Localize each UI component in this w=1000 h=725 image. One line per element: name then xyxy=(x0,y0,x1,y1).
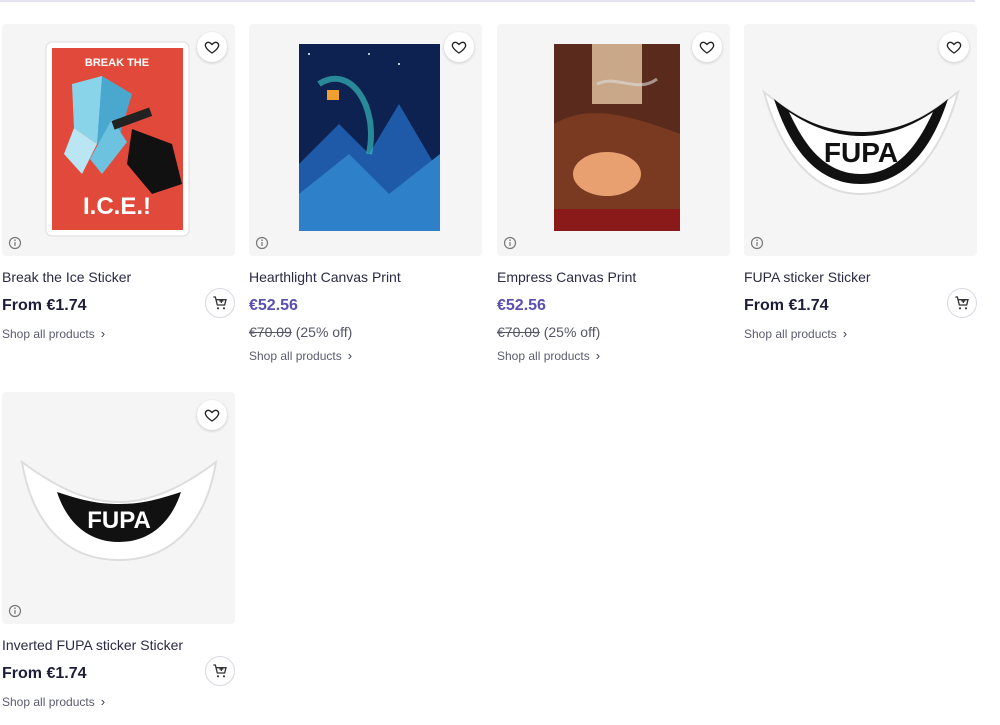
chevron-right-icon: › xyxy=(842,326,848,341)
svg-text:I.C.E.!: I.C.E.! xyxy=(83,193,151,220)
product-title[interactable]: FUPA sticker Sticker xyxy=(744,268,977,286)
product-price: From €1.74 xyxy=(2,665,87,682)
chevron-right-icon: › xyxy=(100,326,106,341)
info-icon[interactable] xyxy=(503,236,517,250)
product-price: €52.56 xyxy=(249,297,298,314)
shop-all-products-link[interactable]: Shop all products › xyxy=(744,326,847,341)
top-divider xyxy=(0,0,975,2)
product-title[interactable]: Break the Ice Sticker xyxy=(2,268,235,286)
chevron-right-icon: › xyxy=(347,348,353,363)
product-card[interactable]: FUPA Inverted FUPA sticker Sticker From … xyxy=(2,392,235,711)
chevron-right-icon: › xyxy=(100,694,106,709)
product-card[interactable]: Hearthlight Canvas Print €52.56 €70.09 (… xyxy=(249,24,482,365)
svg-text:FUPA: FUPA xyxy=(87,507,151,534)
product-image[interactable]: FUPA xyxy=(2,392,235,624)
heart-icon xyxy=(699,41,715,54)
favorite-button[interactable] xyxy=(692,32,722,62)
cart-icon xyxy=(955,296,969,310)
favorite-button[interactable] xyxy=(939,32,969,62)
shop-all-products-link[interactable]: Shop all products › xyxy=(2,326,105,341)
favorite-button[interactable] xyxy=(197,32,227,62)
product-price: From €1.74 xyxy=(2,297,87,314)
product-price: From €1.74 xyxy=(744,297,829,314)
product-card[interactable]: BREAK THE I.C.E.! Break the Ice Sticker … xyxy=(2,24,235,343)
product-image[interactable]: BREAK THE I.C.E.! xyxy=(2,24,235,256)
product-image[interactable] xyxy=(497,24,730,256)
heart-icon xyxy=(946,41,962,54)
chevron-right-icon: › xyxy=(595,348,601,363)
info-icon[interactable] xyxy=(750,236,764,250)
heart-icon xyxy=(204,409,220,422)
empress-artwork xyxy=(554,44,680,231)
cart-icon xyxy=(213,664,227,678)
hearthlight-artwork xyxy=(299,44,440,231)
heart-icon xyxy=(451,41,467,54)
product-image[interactable]: FUPA xyxy=(744,24,977,256)
svg-text:BREAK THE: BREAK THE xyxy=(85,57,149,69)
original-price: €70.09 (25% off) xyxy=(249,324,353,340)
product-title[interactable]: Empress Canvas Print xyxy=(497,268,730,286)
product-title[interactable]: Hearthlight Canvas Print xyxy=(249,268,482,286)
info-icon[interactable] xyxy=(255,236,269,250)
fupa-sticker-artwork: FUPA xyxy=(762,89,960,196)
favorite-button[interactable] xyxy=(197,400,227,430)
product-card[interactable]: Empress Canvas Print €52.56 €70.09 (25% … xyxy=(497,24,730,365)
product-price: €52.56 xyxy=(497,297,546,314)
product-title[interactable]: Inverted FUPA sticker Sticker xyxy=(2,636,235,654)
cart-icon xyxy=(213,296,227,310)
svg-text:FUPA: FUPA xyxy=(824,137,898,168)
heart-icon xyxy=(204,41,220,54)
shop-all-products-link[interactable]: Shop all products › xyxy=(249,348,352,363)
product-image[interactable] xyxy=(249,24,482,256)
shop-all-products-link[interactable]: Shop all products › xyxy=(497,348,600,363)
add-to-cart-button[interactable] xyxy=(205,656,235,686)
info-icon[interactable] xyxy=(8,236,22,250)
add-to-cart-button[interactable] xyxy=(947,288,977,318)
inverted-fupa-sticker-artwork: FUPA xyxy=(20,459,218,562)
add-to-cart-button[interactable] xyxy=(205,288,235,318)
original-price: €70.09 (25% off) xyxy=(497,324,601,340)
product-card[interactable]: FUPA FUPA sticker Sticker From €1.74 Sho… xyxy=(744,24,977,343)
info-icon[interactable] xyxy=(8,604,22,618)
break-the-ice-artwork: BREAK THE I.C.E.! xyxy=(45,41,190,237)
shop-all-products-link[interactable]: Shop all products › xyxy=(2,694,105,709)
favorite-button[interactable] xyxy=(444,32,474,62)
